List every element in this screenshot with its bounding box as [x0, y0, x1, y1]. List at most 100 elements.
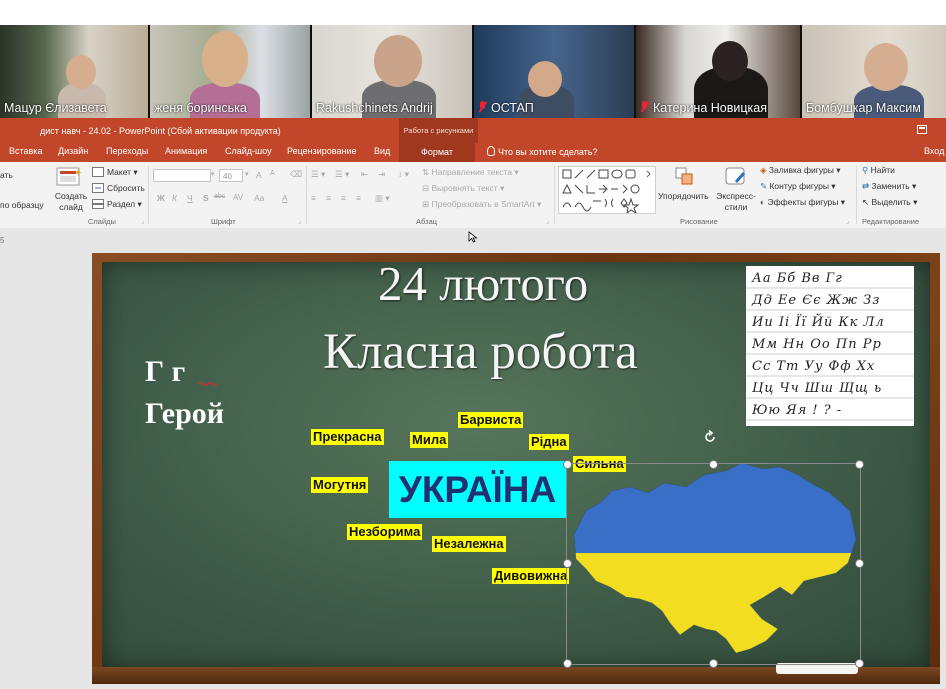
- paragraph-group-label: Абзац: [416, 217, 438, 226]
- shapes-gallery[interactable]: [558, 166, 656, 215]
- shrink-font-button[interactable]: A: [270, 170, 275, 177]
- font-color-button[interactable]: A: [282, 193, 288, 203]
- arrange-icon[interactable]: [674, 166, 696, 188]
- change-case-button[interactable]: Aa: [254, 193, 264, 203]
- dialog-launcher-icon[interactable]: ⌟: [141, 217, 144, 225]
- clear-formatting-icon[interactable]: ⌫: [290, 169, 302, 180]
- grow-font-button[interactable]: A: [256, 170, 262, 180]
- resize-handle[interactable]: [855, 460, 864, 469]
- tab-design[interactable]: Дизайн: [58, 146, 88, 156]
- resize-handle[interactable]: [855, 659, 864, 668]
- tab-view[interactable]: Вид: [374, 146, 390, 156]
- align-left-icon[interactable]: ≡: [311, 193, 316, 203]
- tab-review[interactable]: Рецензирование: [287, 146, 357, 156]
- shapes-gallery-icons: [562, 169, 651, 215]
- arrange-button[interactable]: Упорядочить: [658, 191, 709, 201]
- dialog-launcher-icon[interactable]: ⌟: [546, 217, 549, 225]
- shape-fill-button[interactable]: ◈ Заливка фигуры ▾: [760, 165, 840, 176]
- slide-date-title[interactable]: 24 лютого: [378, 255, 588, 312]
- ribbon-divider: [554, 166, 555, 224]
- columns-icon[interactable]: ▥ ▾: [375, 193, 390, 204]
- section-button[interactable]: Раздел ▾: [92, 199, 142, 210]
- line-spacing-icon[interactable]: ↕ ▾: [398, 169, 409, 180]
- ukraine-word-box[interactable]: УКРАЇНА: [389, 461, 566, 518]
- participant-tile[interactable]: Rakushchinets Andrij: [312, 25, 472, 118]
- image-selection-box[interactable]: [566, 463, 861, 665]
- select-button[interactable]: ↖ Выделить ▾: [862, 197, 917, 208]
- format-painter-partial[interactable]: по образцу: [0, 200, 44, 210]
- italic-button[interactable]: К: [172, 193, 177, 203]
- resize-handle[interactable]: [709, 460, 718, 469]
- ribbon-display-options-icon[interactable]: [917, 125, 927, 134]
- word-tag[interactable]: Мила: [410, 432, 449, 448]
- find-label: Найти: [870, 165, 895, 175]
- participant-tile[interactable]: ОСТАП: [474, 25, 634, 118]
- word-tag[interactable]: Барвиста: [458, 412, 524, 428]
- new-slide-button[interactable]: Создать слайд: [53, 191, 89, 213]
- find-button[interactable]: ⚲ Найти: [862, 165, 895, 176]
- font-name-dropdown-icon[interactable]: ▾: [211, 170, 215, 178]
- word-tag[interactable]: Прекрасна: [311, 429, 384, 445]
- rotate-handle-icon[interactable]: [703, 430, 717, 444]
- participant-name: ОСТАП: [478, 101, 534, 115]
- smartart-label: Преобразовать в SmartArt: [431, 199, 535, 209]
- layout-button[interactable]: Макет ▾: [92, 167, 138, 178]
- bullets-icon[interactable]: ☰ ▾: [311, 169, 325, 180]
- align-text-button[interactable]: ⊟ Выровнять текст ▾: [422, 183, 504, 194]
- bold-button[interactable]: Ж: [157, 193, 165, 203]
- participant-tile[interactable]: Катерина Новицкая: [636, 25, 800, 118]
- word-tag[interactable]: Незалежна: [432, 536, 506, 552]
- shape-outline-button[interactable]: ✎ Контур фигуры ▾: [760, 181, 836, 192]
- underline-button[interactable]: Ч: [187, 193, 193, 203]
- resize-handle[interactable]: [855, 559, 864, 568]
- slide-work-title[interactable]: Класна робота: [323, 323, 638, 381]
- font-name-field[interactable]: [153, 169, 211, 182]
- cursive-alphabet-chart[interactable]: Аа Бб Вв Гг Дд Ее Єє Жж Зз Ии Іі Її Йй К…: [746, 266, 914, 426]
- resize-handle[interactable]: [563, 659, 572, 668]
- dialog-launcher-icon[interactable]: ⌟: [846, 217, 849, 225]
- text-shadow-button[interactable]: S: [203, 193, 209, 203]
- participant-tile[interactable]: женя боринська: [150, 25, 310, 118]
- text-direction-button[interactable]: ⇅ Направление текста ▾: [422, 167, 519, 178]
- increase-indent-icon[interactable]: ⇥: [378, 169, 385, 180]
- shape-effects-button[interactable]: ◐ Эффекты фигуры ▾: [760, 197, 845, 208]
- tab-format[interactable]: Формат: [399, 143, 475, 162]
- letter-pair[interactable]: Г г: [145, 355, 185, 389]
- strikethrough-button[interactable]: abc: [214, 193, 225, 200]
- ribbon-partial-label-top[interactable]: ать: [0, 170, 13, 180]
- char-spacing-button[interactable]: AV: [233, 193, 243, 202]
- quick-styles-icon[interactable]: [724, 165, 748, 189]
- word-tag[interactable]: Дивовижна: [492, 568, 570, 584]
- tab-animation[interactable]: Анимация: [165, 146, 207, 156]
- slide-canvas[interactable]: 24 лютого Класна робота Г г Герой Прекра…: [92, 253, 940, 684]
- dialog-launcher-icon[interactable]: ⌟: [298, 217, 301, 225]
- tab-insert[interactable]: Вставка: [9, 146, 42, 156]
- sign-in-link[interactable]: Вход: [924, 146, 944, 156]
- resize-handle[interactable]: [563, 460, 572, 469]
- word-tag[interactable]: Рідна: [529, 434, 569, 450]
- quick-styles-button[interactable]: Экспресс-стили: [716, 191, 756, 213]
- hero-word[interactable]: Герой: [145, 397, 224, 431]
- word-tag[interactable]: Могутня: [311, 477, 369, 493]
- tell-me-box[interactable]: Что вы хотите сделать?: [487, 146, 598, 157]
- word-tag[interactable]: Незборима: [347, 524, 423, 540]
- justify-icon[interactable]: ≡: [356, 193, 361, 203]
- font-size-field[interactable]: 40: [219, 169, 243, 182]
- tab-transitions[interactable]: Переходы: [106, 146, 148, 156]
- tab-slideshow[interactable]: Слайд-шоу: [225, 146, 272, 156]
- align-right-icon[interactable]: ≡: [341, 193, 346, 203]
- decrease-indent-icon[interactable]: ⇤: [361, 169, 368, 180]
- numbering-icon[interactable]: ☰ ▾: [335, 169, 349, 180]
- participant-tile[interactable]: Мацур Єлизавета: [0, 25, 148, 118]
- reset-icon: [92, 183, 104, 193]
- replace-button[interactable]: ⇄ Заменить ▾: [862, 181, 916, 192]
- participant-tile[interactable]: Бомбушкар Максим: [802, 25, 946, 118]
- replace-label: Заменить: [871, 181, 910, 191]
- new-slide-icon[interactable]: ✦: [56, 166, 84, 188]
- font-size-dropdown-icon[interactable]: ▾: [245, 170, 249, 178]
- reset-button[interactable]: Сбросить: [92, 183, 145, 193]
- convert-smartart-button[interactable]: ⊞ Преобразовать в SmartArt ▾: [422, 199, 541, 210]
- resize-handle[interactable]: [563, 559, 572, 568]
- resize-handle[interactable]: [709, 659, 718, 668]
- align-center-icon[interactable]: ≡: [326, 193, 331, 203]
